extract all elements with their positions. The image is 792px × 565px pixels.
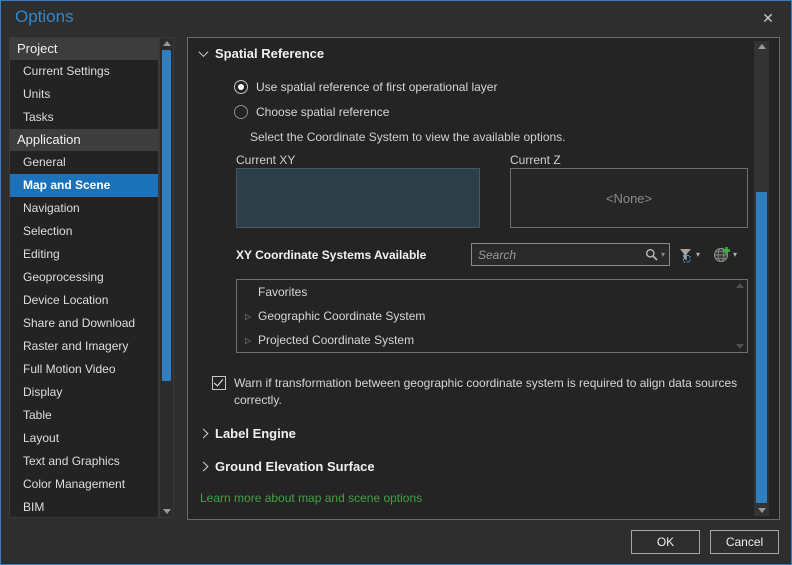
section-title: Ground Elevation Surface — [215, 459, 375, 474]
search-icon[interactable] — [645, 248, 660, 261]
coordinate-search[interactable]: ▾ — [471, 243, 670, 266]
sidebar-item-geoprocessing[interactable]: Geoprocessing — [10, 266, 158, 289]
sidebar-item-current-settings[interactable]: Current Settings — [10, 60, 158, 83]
sidebar-item-color-management[interactable]: Color Management — [10, 473, 158, 496]
panel-scrollbar[interactable] — [754, 41, 769, 516]
sidebar-item-bim[interactable]: BIM — [10, 496, 158, 517]
expand-icon[interactable]: ▷ — [245, 312, 258, 321]
radio-use-first-layer[interactable]: Use spatial reference of first operation… — [234, 80, 497, 94]
chevron-down-icon — [198, 47, 209, 58]
sidebar-item-share-and-download[interactable]: Share and Download — [10, 312, 158, 335]
coordinate-system-hint: Select the Coordinate System to view the… — [250, 130, 566, 144]
sidebar-item-full-motion-video[interactable]: Full Motion Video — [10, 358, 158, 381]
sidebar-item-general[interactable]: General — [10, 151, 158, 174]
add-coordinate-system-button[interactable]: ▾ — [713, 242, 737, 267]
radio-selected-icon — [234, 80, 248, 94]
panel-scrollbar-thumb[interactable] — [756, 192, 767, 503]
section-title: Label Engine — [215, 426, 296, 441]
cancel-button[interactable]: Cancel — [710, 530, 779, 554]
globe-dropdown-icon[interactable]: ▾ — [733, 250, 737, 259]
chevron-right-icon — [198, 461, 209, 472]
sidebar-item-tasks[interactable]: Tasks — [10, 106, 158, 129]
title-bar: Options ✕ — [1, 1, 791, 35]
sidebar-item-text-and-graphics[interactable]: Text and Graphics — [10, 450, 158, 473]
settings-panel: Spatial Reference Use spatial reference … — [187, 37, 780, 520]
sidebar: Project Current Settings Units Tasks App… — [9, 37, 159, 518]
radio-unselected-icon — [234, 105, 248, 119]
learn-more-link[interactable]: Learn more about map and scene options — [200, 491, 422, 505]
ok-button[interactable]: OK — [631, 530, 700, 554]
radio-label: Choose spatial reference — [256, 105, 390, 119]
list-scrollbar[interactable] — [735, 282, 745, 350]
radio-choose-spatial-reference[interactable]: Choose spatial reference — [234, 105, 389, 119]
sidebar-item-raster-and-imagery[interactable]: Raster and Imagery — [10, 335, 158, 358]
sidebar-item-editing[interactable]: Editing — [10, 243, 158, 266]
sidebar-scrollbar[interactable] — [159, 37, 174, 518]
sidebar-item-device-location[interactable]: Device Location — [10, 289, 158, 312]
sidebar-section-project: Project — [10, 38, 158, 60]
sidebar-item-map-and-scene[interactable]: Map and Scene — [10, 174, 158, 197]
current-z-label: Current Z — [510, 153, 561, 167]
current-xy-value-box[interactable] — [236, 168, 480, 228]
scroll-down-icon[interactable] — [754, 505, 769, 516]
chevron-right-icon — [198, 428, 209, 439]
current-z-value-box[interactable]: <None> — [510, 168, 748, 228]
filter-icon — [680, 248, 691, 262]
coordinate-system-list: Favorites ▷ Geographic Coordinate System… — [236, 279, 748, 353]
list-item-label: Projected Coordinate System — [258, 333, 415, 347]
expand-icon[interactable]: ▷ — [245, 336, 258, 345]
sidebar-item-selection[interactable]: Selection — [10, 220, 158, 243]
xy-systems-available-label: XY Coordinate Systems Available — [236, 248, 427, 262]
sidebar-item-layout[interactable]: Layout — [10, 427, 158, 450]
sidebar-item-navigation[interactable]: Navigation — [10, 197, 158, 220]
list-scroll-down-icon[interactable] — [736, 344, 744, 349]
scroll-up-icon[interactable] — [160, 38, 173, 49]
list-item-label: Geographic Coordinate System — [258, 309, 426, 323]
options-dialog: Options ✕ Project Current Settings Units… — [0, 0, 792, 565]
section-label-engine[interactable]: Label Engine — [198, 426, 296, 441]
section-ground-elevation-surface[interactable]: Ground Elevation Surface — [198, 459, 375, 474]
close-icon[interactable]: ✕ — [759, 9, 777, 27]
warn-transformation-checkbox[interactable]: Warn if transformation between geographi… — [212, 375, 750, 409]
checkbox-label: Warn if transformation between geographi… — [234, 376, 738, 407]
radio-label: Use spatial reference of first operation… — [256, 80, 498, 94]
filter-button[interactable]: ▾ — [678, 242, 700, 267]
list-item-favorites[interactable]: Favorites — [237, 280, 747, 304]
sidebar-section-application: Application — [10, 129, 158, 151]
current-xy-label: Current XY — [236, 153, 296, 167]
section-spatial-reference[interactable]: Spatial Reference — [198, 46, 325, 61]
filter-dropdown-icon[interactable]: ▾ — [696, 250, 700, 259]
list-item-geographic-coordinate-system[interactable]: ▷ Geographic Coordinate System — [237, 304, 747, 328]
dialog-title: Options — [15, 7, 74, 26]
sidebar-scrollbar-thumb[interactable] — [162, 50, 171, 381]
sidebar-item-display[interactable]: Display — [10, 381, 158, 404]
sidebar-item-units[interactable]: Units — [10, 83, 158, 106]
search-dropdown-icon[interactable]: ▾ — [660, 250, 669, 259]
list-item-projected-coordinate-system[interactable]: ▷ Projected Coordinate System — [237, 328, 747, 352]
globe-add-icon — [714, 247, 730, 262]
list-item-label: Favorites — [258, 285, 308, 299]
sidebar-item-table[interactable]: Table — [10, 404, 158, 427]
scroll-up-icon[interactable] — [754, 41, 769, 52]
current-z-value: <None> — [605, 190, 653, 206]
list-scroll-up-icon[interactable] — [736, 283, 744, 288]
checkbox-checked-icon[interactable] — [212, 376, 226, 390]
section-title: Spatial Reference — [215, 46, 325, 61]
search-input[interactable] — [472, 247, 645, 262]
scroll-down-icon[interactable] — [160, 506, 173, 517]
